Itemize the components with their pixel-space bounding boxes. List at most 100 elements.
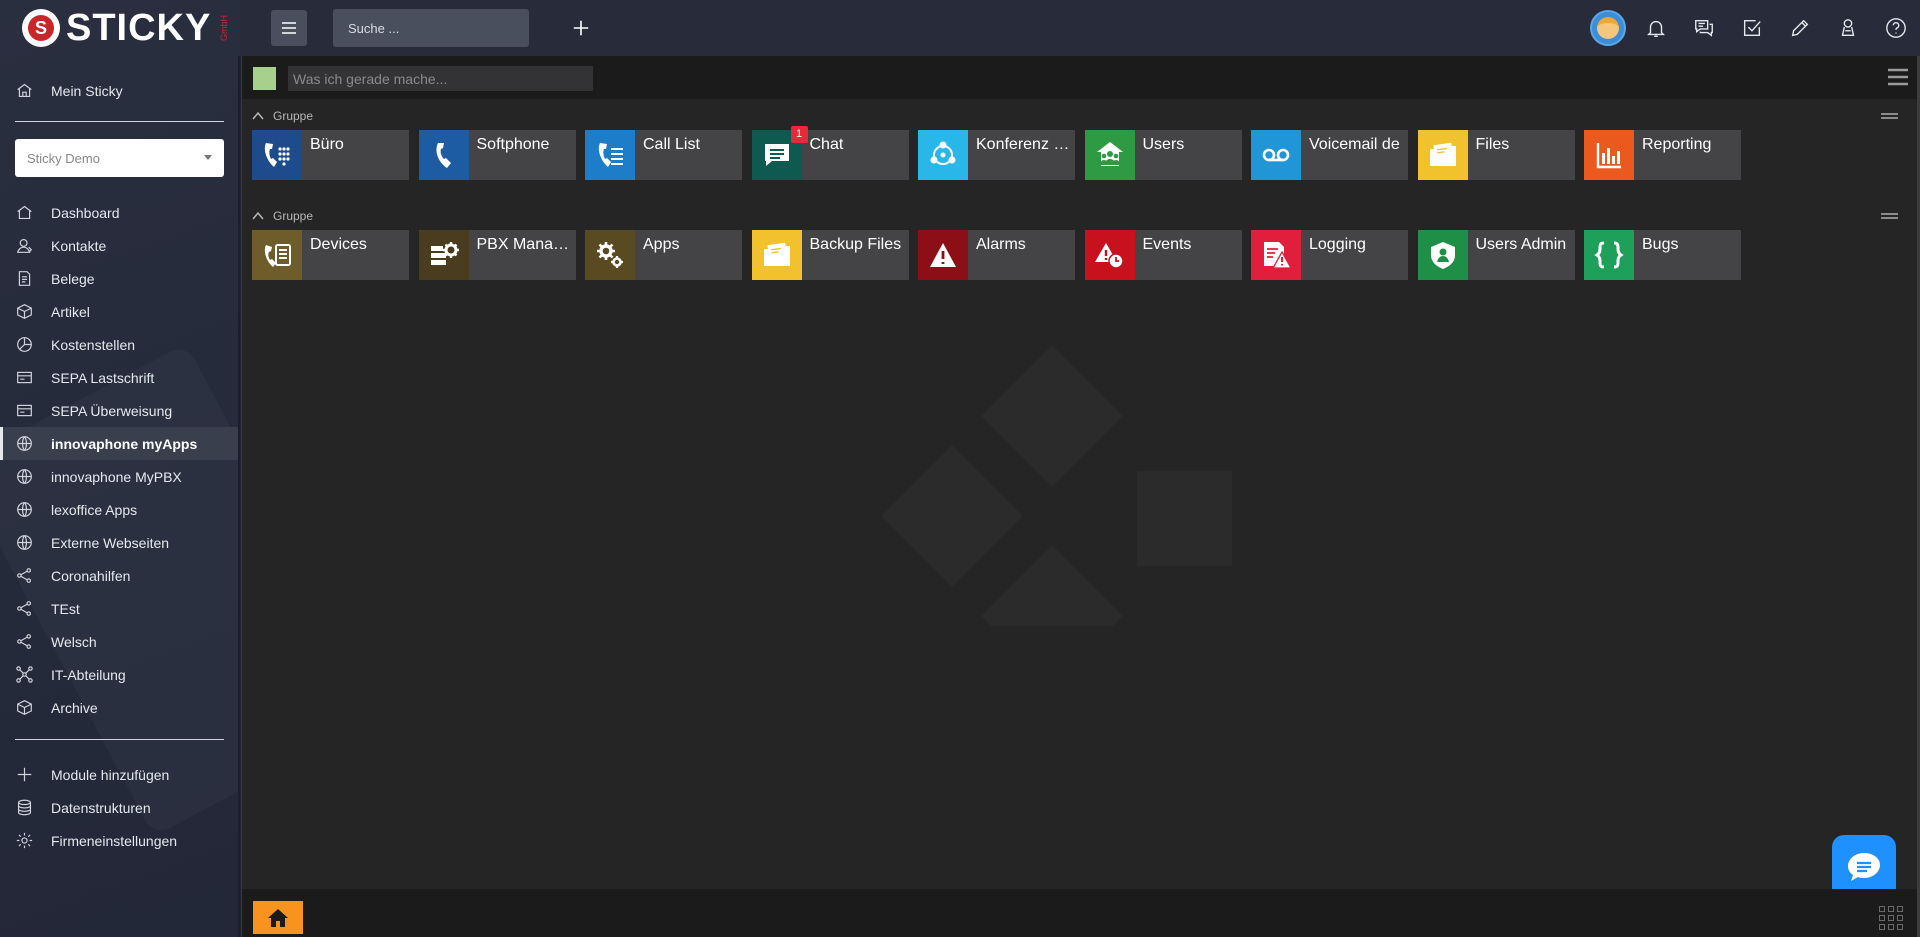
app-tile-alarms[interactable]: Alarms <box>918 230 1075 280</box>
app-tile-backup-files[interactable]: Backup Files <box>751 230 909 280</box>
home-button[interactable] <box>253 901 303 934</box>
card-icon <box>14 368 34 388</box>
app-tile-pbx-manager[interactable]: PBX Manager <box>418 230 576 280</box>
main-content: Was ich gerade mache... Gruppe Büro Softph… <box>241 56 1920 937</box>
sidebar-item-firmeneinstellungen[interactable]: Firmeneinstellungen <box>0 824 240 857</box>
app-tile-logging[interactable]: Logging <box>1251 230 1408 280</box>
app-tile-chat[interactable]: 1 Chat <box>751 126 909 180</box>
sidebar-item-sepa-lastschrift[interactable]: SEPA Lastschrift <box>0 361 240 394</box>
sidebar-item-label: lexoffice Apps <box>51 501 138 518</box>
group-header[interactable]: Gruppe <box>252 107 313 125</box>
sidebar-item-innovaphone-mypbx[interactable]: innovaphone MyPBX <box>0 460 240 493</box>
brand-logo[interactable]: S STICKY GmbH <box>22 6 230 49</box>
app-tile-users-admin[interactable]: Users Admin <box>1417 230 1575 280</box>
sidebar-item-label: Dashboard <box>51 204 120 221</box>
sidebar: S STICKY GmbH Mein Sticky Sticky Demo Da… <box>0 0 240 937</box>
chat-bubbles-icon <box>1695 19 1713 37</box>
sidebar-item-welsch[interactable]: Welsch <box>0 625 240 658</box>
group-header[interactable]: Gruppe <box>252 207 313 225</box>
help-button[interactable] <box>1872 0 1920 56</box>
app-tile-konferenz[interactable]: Konferenz - ... <box>918 130 1075 180</box>
app-tile-label: Call List <box>643 136 700 153</box>
sidebar-item-label: Welsch <box>51 633 97 650</box>
status-color-button[interactable] <box>253 67 276 90</box>
hamburger-icon <box>282 22 296 34</box>
app-tile-apps[interactable]: Apps <box>585 230 742 280</box>
gear-icon <box>14 831 34 851</box>
sidebar-item-kontakte[interactable]: Kontakte <box>0 229 240 262</box>
apps-grid-button[interactable] <box>1879 906 1903 930</box>
app-tile-call-list[interactable]: Call List <box>585 130 742 180</box>
messages-button[interactable] <box>1680 0 1728 56</box>
menu-toggle-button[interactable] <box>271 10 307 46</box>
app-tile-reporting[interactable]: Reporting <box>1584 130 1741 180</box>
sidebar-item-datenstrukturen[interactable]: Datenstrukturen <box>0 791 240 824</box>
app-tile-label: Büro <box>310 136 344 153</box>
box-icon <box>14 698 34 718</box>
sidebar-item-label: Datenstrukturen <box>51 799 151 816</box>
app-tile-label: Users Admin <box>1475 236 1567 253</box>
sidebar-item-dashboard[interactable]: Dashboard <box>0 196 240 229</box>
bell-icon <box>1647 20 1665 37</box>
users-icon <box>1084 130 1135 180</box>
folder-icon <box>1417 130 1468 180</box>
plus-icon <box>573 20 589 36</box>
checkbox-icon <box>1743 19 1761 37</box>
sidebar-item-belege[interactable]: Belege <box>0 262 240 295</box>
brand-name: STICKY <box>66 6 212 49</box>
sidebar-item-archive[interactable]: Archive <box>0 691 240 724</box>
warning-icon <box>918 230 968 280</box>
status-placeholder: Was ich gerade mache... <box>293 70 448 87</box>
help-icon <box>1886 18 1906 38</box>
group-drag-handle[interactable] <box>1881 213 1898 219</box>
app-tile-files[interactable]: Files <box>1417 130 1575 180</box>
group-drag-handle[interactable] <box>1881 113 1898 119</box>
sidebar-item-artikel[interactable]: Artikel <box>0 295 240 328</box>
app-tile-users[interactable]: Users <box>1084 130 1242 180</box>
share-icon <box>14 632 34 652</box>
sidebar-item-innovaphone-myapps[interactable]: innovaphone myApps <box>0 427 240 460</box>
app-tile-label: Devices <box>310 236 367 253</box>
database-icon <box>14 798 34 818</box>
add-button[interactable] <box>566 13 596 43</box>
app-tile-label: Voicemail de <box>1309 136 1400 153</box>
notifications-button[interactable] <box>1632 0 1680 56</box>
app-tile-voicemail-de[interactable]: Voicemail de <box>1251 130 1408 180</box>
sidebar-item-externe-webseiten[interactable]: Externe Webseiten <box>0 526 240 559</box>
device-phone-icon <box>252 230 302 280</box>
search-placeholder: Suche ... <box>348 20 400 36</box>
sidebar-item-label: Module hinzufügen <box>51 766 170 783</box>
sidebar-item-kostenstellen[interactable]: Kostenstellen <box>0 328 240 361</box>
server-gear-icon <box>418 230 469 280</box>
hamburger-icon[interactable] <box>1887 67 1909 87</box>
search-input[interactable]: Suche ... <box>333 9 529 47</box>
sidebar-item-label: Mein Sticky <box>51 82 123 99</box>
avatar-button[interactable] <box>1584 0 1632 56</box>
sidebar-item-label: Firmeneinstellungen <box>51 832 178 849</box>
globe-icon <box>14 533 34 553</box>
app-tile-events[interactable]: Events <box>1084 230 1242 280</box>
gears-icon <box>585 230 635 280</box>
app-tile-büro[interactable]: Büro <box>252 130 409 180</box>
sidebar-item-label: Kostenstellen <box>51 336 136 353</box>
sidebar-item-it-abteilung[interactable]: IT-Abteilung <box>0 658 240 691</box>
top-icons <box>1584 0 1920 56</box>
sidebar-item-coronahilfen[interactable]: Coronahilfen <box>0 559 240 592</box>
user-button[interactable] <box>1824 0 1872 56</box>
group-title: Gruppe <box>273 209 314 223</box>
status-input[interactable]: Was ich gerade mache... <box>288 66 593 91</box>
app-tile-bugs[interactable]: Bugs <box>1584 230 1741 280</box>
sidebar-item-sepa-überweisung[interactable]: SEPA Überweisung <box>0 394 240 427</box>
tasks-button[interactable] <box>1728 0 1776 56</box>
app-tile-softphone[interactable]: Softphone <box>418 130 576 180</box>
sidebar-item-mein-sticky[interactable]: Mein Sticky <box>0 73 240 108</box>
sidebar-item-module-hinzufügen[interactable]: Module hinzufügen <box>0 758 240 791</box>
sidebar-item-lexoffice-apps[interactable]: lexoffice Apps <box>0 493 240 526</box>
app-tile-label: Apps <box>643 236 680 253</box>
edit-button[interactable] <box>1776 0 1824 56</box>
tenant-select[interactable]: Sticky Demo <box>15 139 224 177</box>
app-tile-devices[interactable]: Devices <box>252 230 409 280</box>
sidebar-item-test[interactable]: TEst <box>0 592 240 625</box>
brand-sub: GmbH <box>219 14 230 41</box>
plus-icon <box>14 765 34 785</box>
